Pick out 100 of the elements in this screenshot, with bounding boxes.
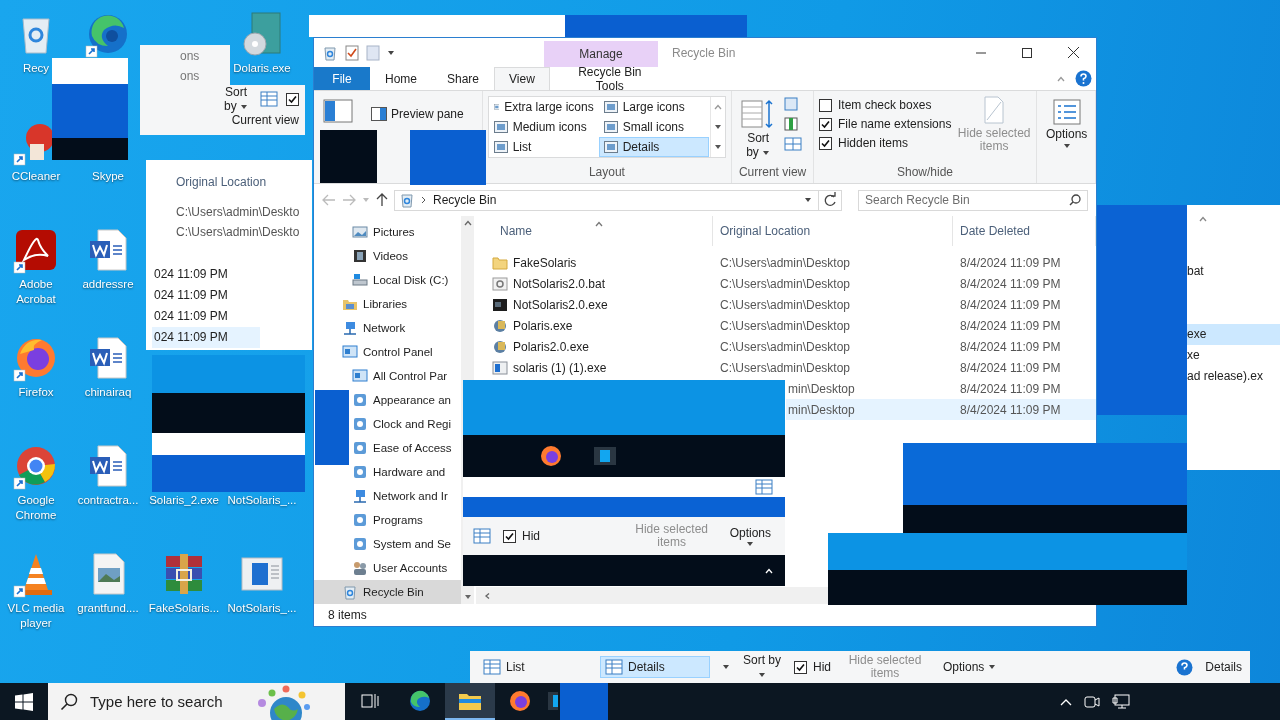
checkbox-label: File name extensions [838, 117, 952, 131]
layout-option[interactable]: Small icons [598, 117, 709, 137]
search-input[interactable]: Search Recycle Bin [865, 193, 1069, 207]
date-cell: 024 11:09 PM [152, 327, 260, 348]
date-cell-text: 8/4/2024 11:09 PM [959, 297, 1062, 312]
column-header[interactable]: Original Location [713, 216, 953, 246]
nav-item[interactable]: Local Disk (C:) [314, 268, 461, 292]
group-label: Current view [231, 113, 299, 127]
location-cell-text: C:\Users\admin\Deskto [176, 204, 300, 221]
file-name: solaris (1) (1).exe [476, 359, 713, 376]
sort-by-button[interactable]: Sort by [737, 96, 780, 162]
group-label: Layout [588, 165, 625, 181]
fragment-text: ons [180, 69, 201, 83]
location-cell-text: C:\Users\admin\Desktop [719, 318, 852, 333]
layout-option[interactable]: List [488, 137, 599, 157]
file-row[interactable]: Polaris.exe C:\Users\admin\Desktop 8/4/2024 11:09 PM [476, 315, 1096, 336]
checkbox-label: Item check boxes [838, 98, 932, 112]
preview-pane-button[interactable]: Preview pane [367, 104, 468, 124]
options-button[interactable]: Options [725, 522, 775, 550]
manage-header: Manage [544, 41, 658, 67]
column-header[interactable]: Date Deleted [953, 216, 1096, 246]
location-cell-text: C:\Users\admin\Deskto [176, 224, 300, 241]
date-cell-text: 8/4/2024 11:09 PM [959, 276, 1062, 291]
file-name: Polaris.exe [476, 317, 713, 334]
nav-item[interactable]: Recycle Bin [314, 580, 461, 604]
ribbon-tab[interactable]: View [494, 67, 550, 90]
nav-item[interactable]: Network [314, 316, 461, 340]
layout-option[interactable]: Details [600, 656, 710, 678]
location-cell-text: C:\Users\admin\Desktop [719, 276, 852, 291]
options-button[interactable]: Options [1042, 96, 1092, 152]
date-cell-text: 8/4/2024 11:09 PM [959, 318, 1062, 333]
file-name: ad release).ex [1187, 368, 1265, 385]
file-name: FakeSolaris [476, 254, 713, 271]
options-button[interactable]: Options [939, 657, 1001, 677]
date-cell-text: 8/4/2024 11:09 PM [959, 339, 1062, 354]
nav-item[interactable]: Videos [314, 244, 461, 268]
layout-option[interactable]: List [478, 656, 588, 678]
date-cell-text: 024 11:09 PM [153, 287, 229, 304]
file-row[interactable]: FakeSolaris C:\Users\admin\Desktop 8/4/2024 11:09 PM [476, 252, 1096, 273]
group-label: Show/hide [896, 165, 953, 181]
date-cell-text: 024 11:09 PM [153, 308, 229, 325]
ribbon-tab[interactable]: Recycle Bin Tools [552, 67, 667, 90]
file-row[interactable]: min\Desktop 8/4/2024 11:09 PM [786, 399, 1096, 420]
checkbox-label: Hidden items [838, 136, 909, 150]
sort-by-button[interactable]: Sort by [220, 85, 252, 113]
column-header: Original Location [176, 174, 267, 191]
search-field[interactable]: Type here to search [48, 683, 345, 720]
file-row[interactable]: NotSolaris2.0.exe C:\Users\admin\Desktop 8/4/2024 11:09 PM [476, 294, 1096, 315]
nav-item[interactable]: User Accounts [314, 556, 461, 580]
file-name: xe [1187, 347, 1201, 364]
location-cell-text: C:\Users\admin\Desktop [719, 339, 852, 354]
date-cell-text: 8/4/2024 11:09 PM [959, 402, 1062, 417]
checkbox-label: Hid [813, 660, 831, 674]
fragment-text: ons [180, 49, 201, 63]
location-cell-text: min\Desktop [787, 381, 856, 396]
ribbon-tab[interactable]: File [314, 67, 370, 90]
date-cell-text: 024 11:09 PM [153, 266, 229, 283]
layout-option[interactable]: Extra large icons [488, 97, 599, 117]
file-name: NotSolaris2.0.bat [476, 275, 713, 292]
sort-by-button[interactable]: Sort by [742, 653, 782, 681]
ribbon-tab[interactable]: Home [370, 67, 432, 90]
location-cell-text: min\Desktop [787, 402, 856, 417]
location-cell-text: C:\Users\admin\Desktop [719, 255, 852, 270]
nav-item[interactable]: System and Se [314, 532, 461, 556]
nav-item[interactable]: Network and Ir [314, 484, 461, 508]
date-cell-text: 8/4/2024 11:09 PM [959, 255, 1062, 270]
file-row[interactable]: min\Desktop 8/4/2024 11:09 PM [786, 378, 1096, 399]
nav-item[interactable]: Pictures [314, 220, 461, 244]
location-cell-text: C:\Users\admin\Desktop [719, 297, 852, 312]
date-cell-text: 8/4/2024 11:09 PM [959, 360, 1062, 375]
ribbon-tab[interactable]: Share [432, 67, 495, 90]
layout-option[interactable]: Details [1205, 660, 1242, 674]
nav-item[interactable]: Control Panel [314, 340, 461, 364]
layout-option[interactable]: Medium icons [488, 117, 599, 137]
search-field[interactable]: Search Recycle Bin [858, 189, 1088, 211]
nav-item[interactable]: Ease of Access [314, 436, 461, 460]
location-cell-text: C:\Users\admin\Desktop [719, 360, 852, 375]
item-count: 8 items [328, 608, 367, 622]
file-name: exe [1187, 324, 1280, 345]
window-title: Recycle Bin [672, 45, 736, 60]
nav-item[interactable]: Clock and Regi [314, 412, 461, 436]
group-label: Current view [738, 165, 807, 181]
nav-item[interactable]: Appearance an [314, 388, 461, 412]
file-name: Polaris2.0.exe [476, 338, 713, 355]
file-row[interactable]: NotSolaris2.0.bat C:\Users\admin\Desktop 8/4/2024 11:09 PM [476, 273, 1096, 294]
file-name: NotSolaris2.0.exe [476, 296, 713, 313]
file-row[interactable]: solaris (1) (1).exe C:\Users\admin\Desktop 8/4/2024 11:09 PM [476, 357, 1096, 378]
nav-item[interactable]: Libraries [314, 292, 461, 316]
file-row[interactable]: Polaris2.0.exe C:\Users\admin\Desktop 8/4/2024 11:09 PM [476, 336, 1096, 357]
search-input[interactable]: Type here to search [88, 692, 242, 711]
layout-option[interactable]: Large icons [598, 97, 709, 117]
checkbox-label: Hid [522, 529, 540, 543]
layout-option[interactable]: Details [598, 137, 709, 157]
column-header[interactable]: Name [476, 216, 713, 246]
nav-item[interactable]: Programs [314, 508, 461, 532]
file-name: bat [1187, 263, 1205, 280]
date-cell-text: 8/4/2024 11:09 PM [959, 381, 1062, 396]
nav-item[interactable]: Hardware and [314, 460, 461, 484]
nav-item[interactable]: All Control Par [314, 364, 461, 388]
address-bar[interactable]: Recycle Bin [394, 189, 842, 211]
